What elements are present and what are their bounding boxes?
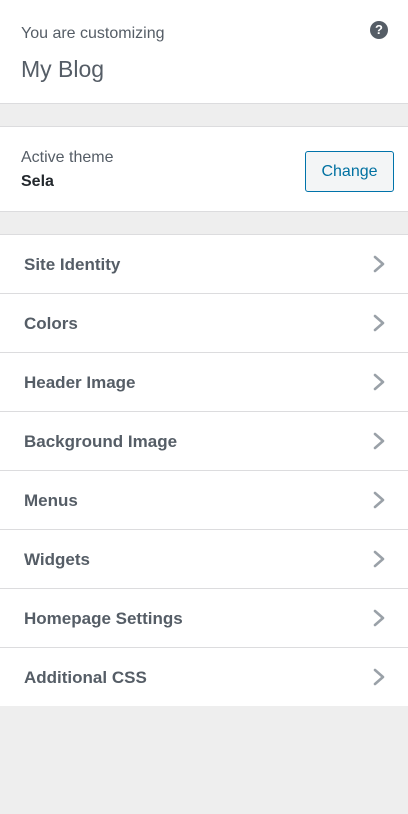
menu-item-label: Colors xyxy=(24,314,78,333)
menu-item-widgets[interactable]: Widgets xyxy=(0,530,408,589)
menu-item-label: Background Image xyxy=(24,432,178,451)
menu-item-label: Widgets xyxy=(24,550,90,569)
menu-item-label: Header Image xyxy=(24,373,136,392)
chevron-right-icon xyxy=(372,373,386,391)
chevron-right-icon xyxy=(372,432,386,450)
menu-item-homepage-settings[interactable]: Homepage Settings xyxy=(0,589,408,648)
menu-item-menus[interactable]: Menus xyxy=(0,471,408,530)
question-circle-icon[interactable]: ? xyxy=(370,21,388,39)
chevron-right-icon xyxy=(372,609,386,627)
menu-item-label: Additional CSS xyxy=(24,668,147,687)
active-theme-section: Active theme Sela Change xyxy=(0,126,408,212)
chevron-right-icon xyxy=(372,668,386,686)
customizing-eyebrow: You are customizing xyxy=(21,25,165,42)
menu-item-label: Menus xyxy=(24,491,78,510)
customizer-panel: You are customizing My Blog ? Active the… xyxy=(0,0,408,814)
menu-item-site-identity[interactable]: Site Identity xyxy=(0,235,408,294)
section-spacer xyxy=(0,104,408,126)
chevron-right-icon xyxy=(372,314,386,332)
menu-item-header-image[interactable]: Header Image xyxy=(0,353,408,412)
chevron-right-icon xyxy=(372,491,386,509)
menu-item-colors[interactable]: Colors xyxy=(0,294,408,353)
customizer-header: You are customizing My Blog ? xyxy=(0,0,408,104)
menu-item-label: Homepage Settings xyxy=(24,609,183,628)
change-theme-button[interactable]: Change xyxy=(305,151,394,192)
menu-item-label: Site Identity xyxy=(24,255,121,274)
customizer-menu: Site Identity Colors Header Image Backgr… xyxy=(0,234,408,706)
active-theme-label: Active theme xyxy=(21,149,114,166)
menu-item-background-image[interactable]: Background Image xyxy=(0,412,408,471)
section-spacer xyxy=(0,212,408,234)
chevron-right-icon xyxy=(372,255,386,273)
chevron-right-icon xyxy=(372,550,386,568)
menu-item-additional-css[interactable]: Additional CSS xyxy=(0,648,408,706)
site-title: My Blog xyxy=(21,56,105,82)
active-theme-name: Sela xyxy=(21,173,54,190)
